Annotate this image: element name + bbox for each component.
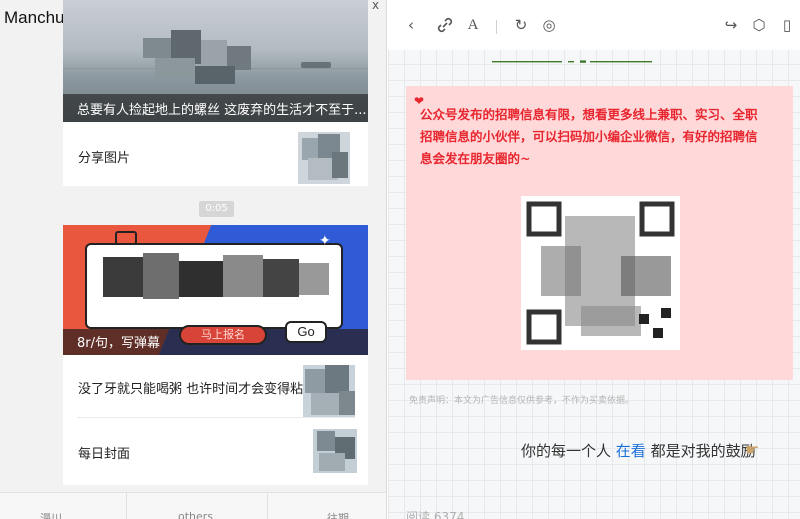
chat-panel: Manchuan ⅹ 总要有人捡起地上的螺丝 这废弃的生活才不至于... 分享图…	[0, 0, 387, 519]
encourage-text: 你的每一个人 在看 都是对我的鼓励	[521, 440, 756, 461]
menu-item-manchuan[interactable]: 漫川	[40, 510, 62, 519]
article-card[interactable]: 总要有人捡起地上的螺丝 这废弃的生活才不至于... 分享图片	[63, 0, 368, 186]
pixelated-region	[143, 30, 251, 84]
item-thumbnail	[303, 365, 355, 417]
qr-code-image	[521, 196, 680, 350]
sparkle-icon: ✦	[319, 233, 331, 249]
signup-button[interactable]: 马上报名	[179, 325, 267, 345]
menu-item-others[interactable]: others	[178, 510, 213, 519]
article-card[interactable]: ✦ 8r/句，写弹幕 马上报名 Go 没了牙就只能喝粥 也许时间才会变得粘稠 每…	[63, 225, 368, 485]
timestamp-badge: 0:05	[199, 201, 234, 217]
encourage-highlight: 在看	[615, 442, 646, 460]
list-item-title: 分享图片	[78, 151, 131, 166]
pixelated-heading	[103, 253, 329, 299]
link-icon[interactable]	[436, 16, 454, 34]
article-title: 总要有人捡起地上的螺丝 这废弃的生活才不至于...	[77, 103, 367, 118]
bottom-menu: 漫川 others 往期	[0, 492, 386, 519]
globe-icon[interactable]: ◎	[540, 16, 558, 34]
encourage-part1: 你的每一个人	[521, 442, 612, 460]
refresh-icon[interactable]: ↻	[512, 16, 530, 34]
item-thumbnail	[298, 132, 350, 184]
eye-icon	[115, 231, 137, 245]
item-thumbnail	[313, 429, 357, 473]
notice-text: 公众号发布的招聘信息有限，想看更多线上兼职、实习、全职招聘信息的小伙伴，可以扫码…	[420, 107, 758, 166]
article-viewer: ‹ A ↻ ◎ ↪ ⬡ ▯ ❤ 公众号发布的招聘信息有限，想看更多线上兼职、实习…	[388, 0, 800, 519]
list-item-title: 没了牙就只能喝粥 也许时间才会变得粘稠	[78, 382, 317, 397]
mini-program-icon[interactable]: ▯	[778, 16, 796, 34]
read-count: 阅读 6374	[406, 510, 465, 519]
box-icon[interactable]: ⬡	[750, 16, 768, 34]
close-icon[interactable]: ⅹ	[372, 0, 379, 12]
back-icon[interactable]: ‹	[402, 16, 420, 34]
decorative-divider	[492, 60, 652, 63]
browser-toolbar: ‹ A ↻ ◎ ↪ ⬡ ▯	[388, 0, 800, 50]
list-item-title: 每日封面	[78, 447, 131, 462]
font-size-icon[interactable]: A	[464, 16, 482, 34]
menu-item-archive[interactable]: 往期	[327, 510, 349, 519]
share-icon[interactable]: ↪	[722, 16, 740, 34]
pointer-icon: ☛	[745, 440, 760, 459]
banner-caption: 8r/句，写弹幕	[77, 336, 160, 351]
go-button[interactable]: Go	[285, 321, 327, 343]
encourage-banner: 你的每一个人 在看 都是对我的鼓励 ☛	[521, 438, 761, 464]
disclaimer-text: 免责声明：本文为广告信息仅供参考，不作为买卖依据。	[409, 396, 635, 406]
encourage-part2: 都是对我的鼓励	[650, 442, 756, 460]
